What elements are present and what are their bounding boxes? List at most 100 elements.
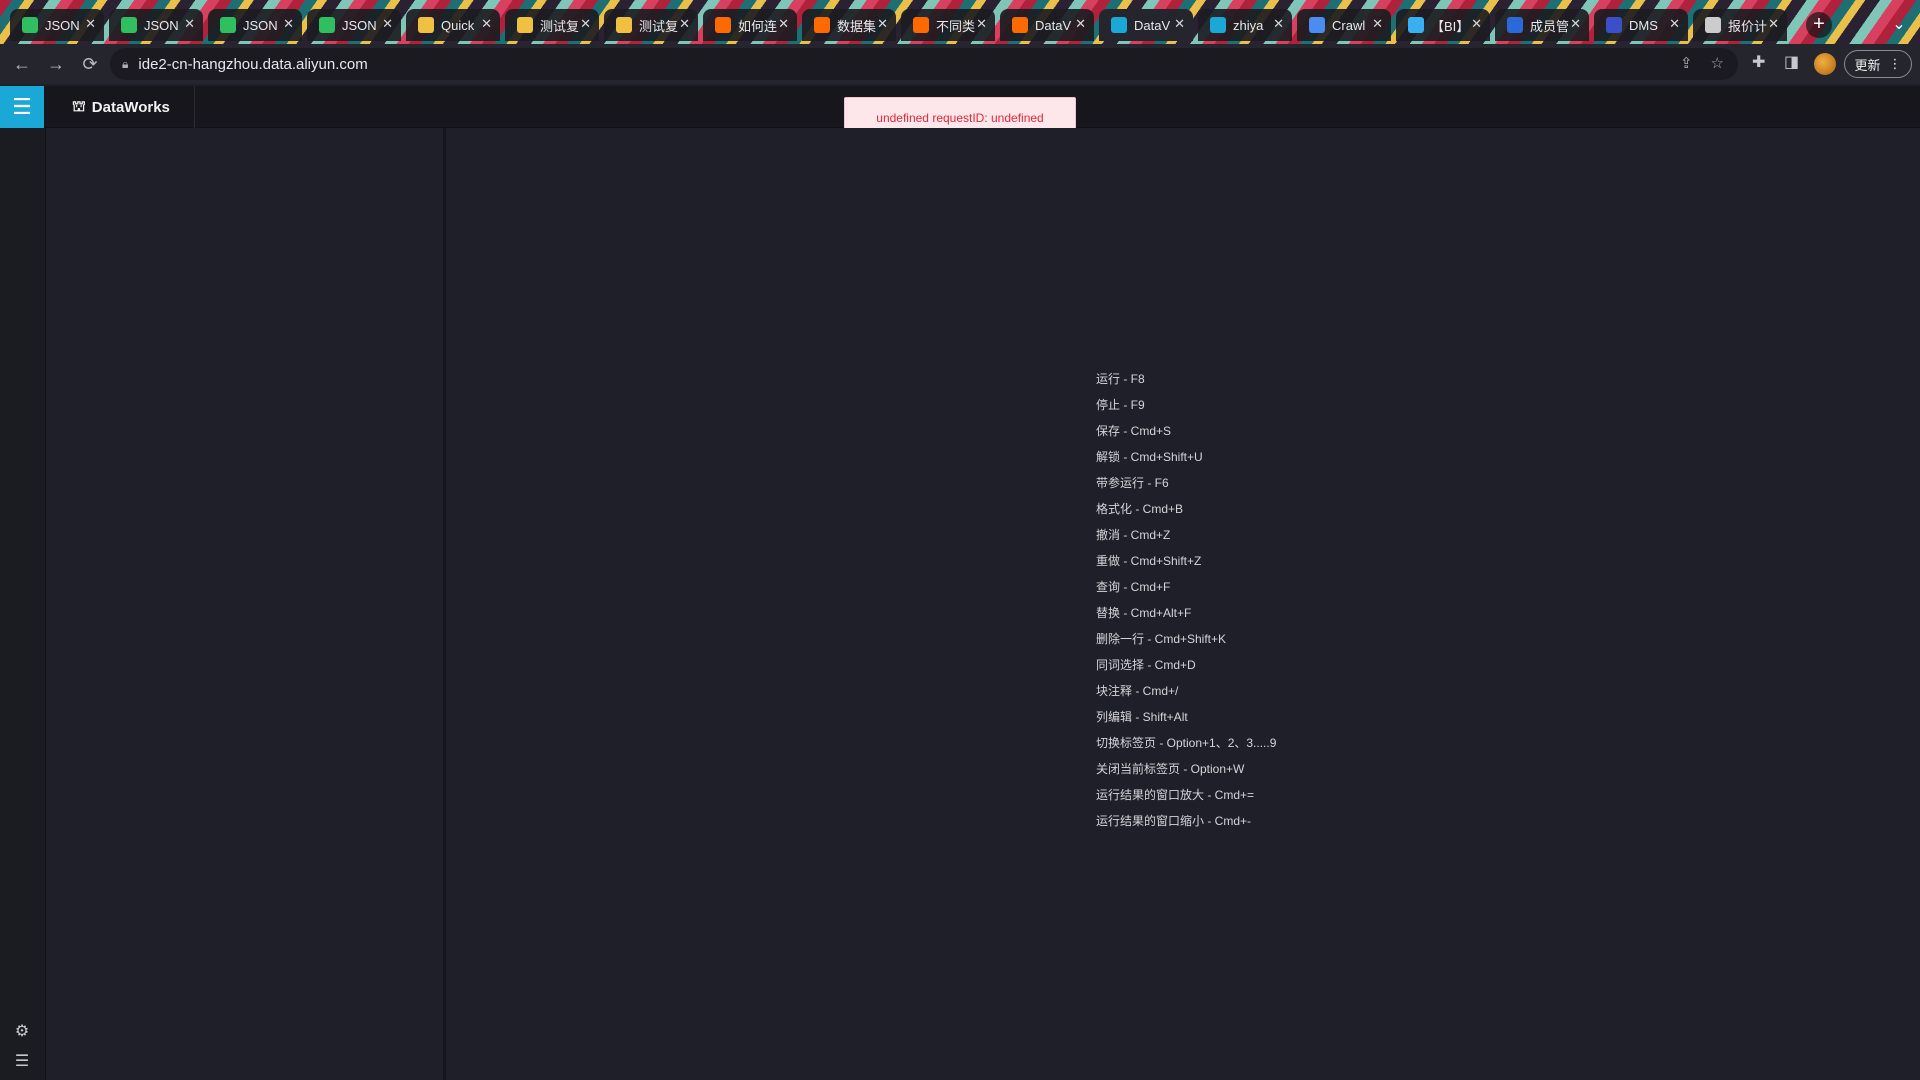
browser-tab[interactable]: 测试复 ✕ (505, 9, 599, 41)
reload-icon[interactable]: ⟳ (74, 48, 106, 80)
browser-tab[interactable]: Crawl ✕ (1297, 9, 1391, 41)
shortcut-item: 运行结果的窗口缩小 - Cmd+- (1096, 814, 1252, 828)
tab-close-icon[interactable]: ✕ (1768, 16, 1779, 32)
sidebar-panel (46, 128, 446, 1080)
tab-close-icon[interactable]: ✕ (481, 16, 492, 32)
shortcut-item: 重做 - Cmd+Shift+Z (1096, 554, 1202, 568)
browser-tab[interactable]: JSON ✕ (208, 9, 302, 41)
tab-close-icon[interactable]: ✕ (778, 16, 789, 32)
browser-tab[interactable]: 测试复 ✕ (604, 9, 698, 41)
tab-close-icon[interactable]: ✕ (1471, 16, 1482, 32)
shortcut-item: 格式化 - Cmd+B (1096, 502, 1184, 516)
tab-title: DMS (1629, 17, 1658, 33)
browser-toolbar: ← → ⟳ 🔒︎ ide2-cn-hangzhou.data.aliyun.co… (0, 44, 1920, 84)
tab-title: 不同类 (936, 18, 976, 34)
browser-tab[interactable]: 【BI】 ✕ (1396, 9, 1490, 41)
collapse-menu-icon[interactable]: ☰ (12, 1052, 32, 1072)
tab-favicon-icon (319, 17, 335, 33)
browser-tab-strip: 报价计 ✕ DMS ✕ 成员管 ✕ 【BI】 ✕ Crawl ✕ zhiya ✕ DataV ✕ DataV… (0, 0, 1920, 44)
kebab-menu-icon: ⋮ (1888, 56, 1902, 71)
tab-favicon-icon (22, 17, 38, 33)
tab-favicon-icon (418, 17, 434, 33)
tab-close-icon[interactable]: ✕ (877, 16, 888, 32)
browser-tab[interactable]: DMS ✕ (1594, 9, 1688, 41)
brand-name: DataWorks (91, 99, 170, 116)
browser-tab[interactable]: Quick ✕ (406, 9, 500, 41)
tab-close-icon[interactable]: ✕ (184, 16, 195, 32)
browser-tab[interactable]: zhiya ✕ (1198, 9, 1292, 41)
bookmark-star-icon[interactable]: ☆ (1711, 54, 1724, 72)
shortcut-item: 解锁 - Cmd+Shift+U (1096, 450, 1203, 464)
tab-favicon-icon (1705, 17, 1721, 33)
tab-close-icon[interactable]: ✕ (382, 16, 393, 32)
tab-favicon-icon (121, 17, 137, 33)
tab-title: 如何连 (738, 18, 778, 34)
browser-tab[interactable]: DataV ✕ (1099, 9, 1193, 41)
tab-close-icon[interactable]: ✕ (283, 16, 294, 32)
shortcut-item: 块注释 - Cmd+/ (1096, 684, 1179, 698)
tab-title: JSON (342, 17, 377, 33)
tab-close-icon[interactable]: ✕ (679, 16, 690, 32)
update-label: 更新 (1854, 57, 1881, 73)
update-button[interactable]: 更新 ⋮ (1844, 50, 1912, 78)
browser-tab[interactable]: JSON ✕ (307, 9, 401, 41)
browser-tab[interactable]: 如何连 ✕ (703, 9, 797, 41)
shortcut-item: 保存 - Cmd+S (1096, 424, 1172, 438)
tab-favicon-icon (715, 17, 731, 33)
error-toast-message: undefined requestID: undefined (876, 110, 1044, 125)
shortcut-item: 带参运行 - F6 (1096, 476, 1169, 490)
brand[interactable]: ⛫ DataWorks (72, 98, 170, 117)
shortcut-item: 替换 - Cmd+Alt+F (1096, 606, 1192, 620)
settings-gear-icon[interactable]: ⚙ (12, 1022, 32, 1042)
browser-tab[interactable]: DataV ✕ (1000, 9, 1094, 41)
shortcut-item: 查询 - Cmd+F (1096, 580, 1171, 594)
tab-close-icon[interactable]: ✕ (580, 16, 591, 32)
address-bar[interactable]: 🔒︎ ide2-cn-hangzhou.data.aliyun.com ⇪ ☆ (110, 48, 1738, 80)
extensions-puzzle-icon[interactable]: ✚ (1752, 52, 1765, 72)
address-url: ide2-cn-hangzhou.data.aliyun.com (138, 55, 368, 73)
tab-title: DataV (1134, 17, 1171, 33)
tab-title: 数据集 (837, 18, 877, 34)
tab-close-icon[interactable]: ✕ (1273, 16, 1284, 32)
tab-favicon-icon (814, 17, 830, 33)
profile-avatar[interactable] (1814, 53, 1836, 75)
left-rail: ⚙ ☰ (0, 128, 46, 1080)
tab-title: JSON (243, 17, 278, 33)
lock-icon: 🔒︎ (122, 56, 129, 71)
shortcut-item: 关闭当前标签页 - Option+W (1096, 762, 1245, 776)
shortcut-list: 运行 - F8 停止 - F9 保存 - Cmd+S 解锁 - Cmd+Shift+U… (1096, 370, 1276, 838)
tab-close-icon[interactable]: ✕ (1075, 16, 1086, 32)
shortcut-item: 运行 - F8 (1096, 372, 1145, 386)
browser-tab[interactable]: 数据集 ✕ (802, 9, 896, 41)
new-tab-button[interactable]: + (1806, 12, 1832, 38)
hamburger-menu-icon[interactable]: ☰ (0, 86, 44, 128)
tab-search-chevron-icon[interactable]: ⌄ (1886, 12, 1912, 38)
side-panel-icon[interactable]: ◨ (1784, 52, 1799, 72)
tab-title: 报价计 (1728, 18, 1768, 34)
browser-tab[interactable]: 报价计 ✕ (1693, 9, 1787, 41)
shortcut-item: 同词选择 - Cmd+D (1096, 658, 1196, 672)
browser-tab[interactable]: JSON ✕ (10, 9, 104, 41)
forward-arrow-icon[interactable]: → (40, 48, 72, 80)
tab-title: Quick (441, 17, 475, 33)
shortcut-item: 列编辑 - Shift+Alt (1096, 710, 1188, 724)
tab-favicon-icon (517, 17, 533, 33)
shortcut-item: 运行结果的窗口放大 - Cmd+= (1096, 788, 1255, 802)
shortcut-item: 撤消 - Cmd+Z (1096, 528, 1171, 542)
tab-title: JSON (45, 17, 80, 33)
tab-title: 测试复 (639, 18, 679, 34)
tab-close-icon[interactable]: ✕ (1669, 16, 1680, 32)
browser-tab[interactable]: 成员管 ✕ (1495, 9, 1589, 41)
tab-close-icon[interactable]: ✕ (1174, 16, 1185, 32)
browser-tab[interactable]: JSON ✕ (109, 9, 203, 41)
tab-close-icon[interactable]: ✕ (1570, 16, 1581, 32)
browser-tab[interactable]: 不同类 ✕ (901, 9, 995, 41)
tab-title: Crawl (1332, 17, 1366, 33)
share-icon[interactable]: ⇪ (1680, 54, 1693, 72)
back-arrow-icon[interactable]: ← (6, 48, 38, 80)
shortcut-item: 停止 - F9 (1096, 398, 1145, 412)
tab-close-icon[interactable]: ✕ (976, 16, 987, 32)
shortcut-item: 删除一行 - Cmd+Shift+K (1096, 632, 1227, 646)
tab-close-icon[interactable]: ✕ (85, 16, 96, 32)
tab-close-icon[interactable]: ✕ (1372, 16, 1383, 32)
